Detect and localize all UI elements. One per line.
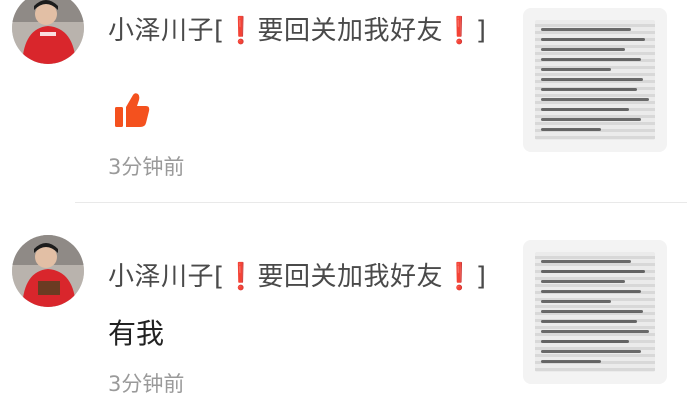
handwritten-note-image	[535, 252, 655, 372]
username-prefix: 小泽川子[	[108, 16, 225, 46]
avatar-image	[12, 0, 84, 64]
exclamation-icon: ❗	[224, 16, 258, 46]
comment-text: 有我	[108, 317, 165, 350]
comment-image[interactable]	[523, 240, 667, 384]
comment-time: 3分钟前	[108, 155, 185, 179]
exclamation-icon: ❗	[224, 262, 258, 292]
username[interactable]: 小泽川子[❗要回关加我好友❗]	[108, 10, 487, 47]
username[interactable]: 小泽川子[❗要回关加我好友❗]	[108, 256, 487, 293]
exclamation-icon: ❗	[443, 16, 476, 46]
username-middle: 要回关加我好友	[257, 16, 444, 46]
avatar-image	[12, 235, 84, 307]
comment-item: 小泽川子[❗要回关加我好友❗] 有我 3分钟前	[0, 203, 687, 407]
handwritten-note-image	[535, 20, 655, 140]
comment-time: 3分钟前	[108, 372, 185, 396]
comment-item: 小泽川子[❗要回关加我好友❗] 3分钟前	[0, 0, 687, 202]
username-suffix: ]	[475, 262, 487, 292]
username-suffix: ]	[475, 16, 487, 46]
username-middle: 要回关加我好友	[257, 262, 444, 292]
comment-image[interactable]	[523, 8, 667, 152]
avatar[interactable]	[12, 0, 84, 64]
avatar[interactable]	[12, 235, 84, 307]
username-prefix: 小泽川子[	[108, 262, 225, 292]
thumbs-up-icon	[115, 93, 150, 127]
exclamation-icon: ❗	[443, 262, 476, 292]
